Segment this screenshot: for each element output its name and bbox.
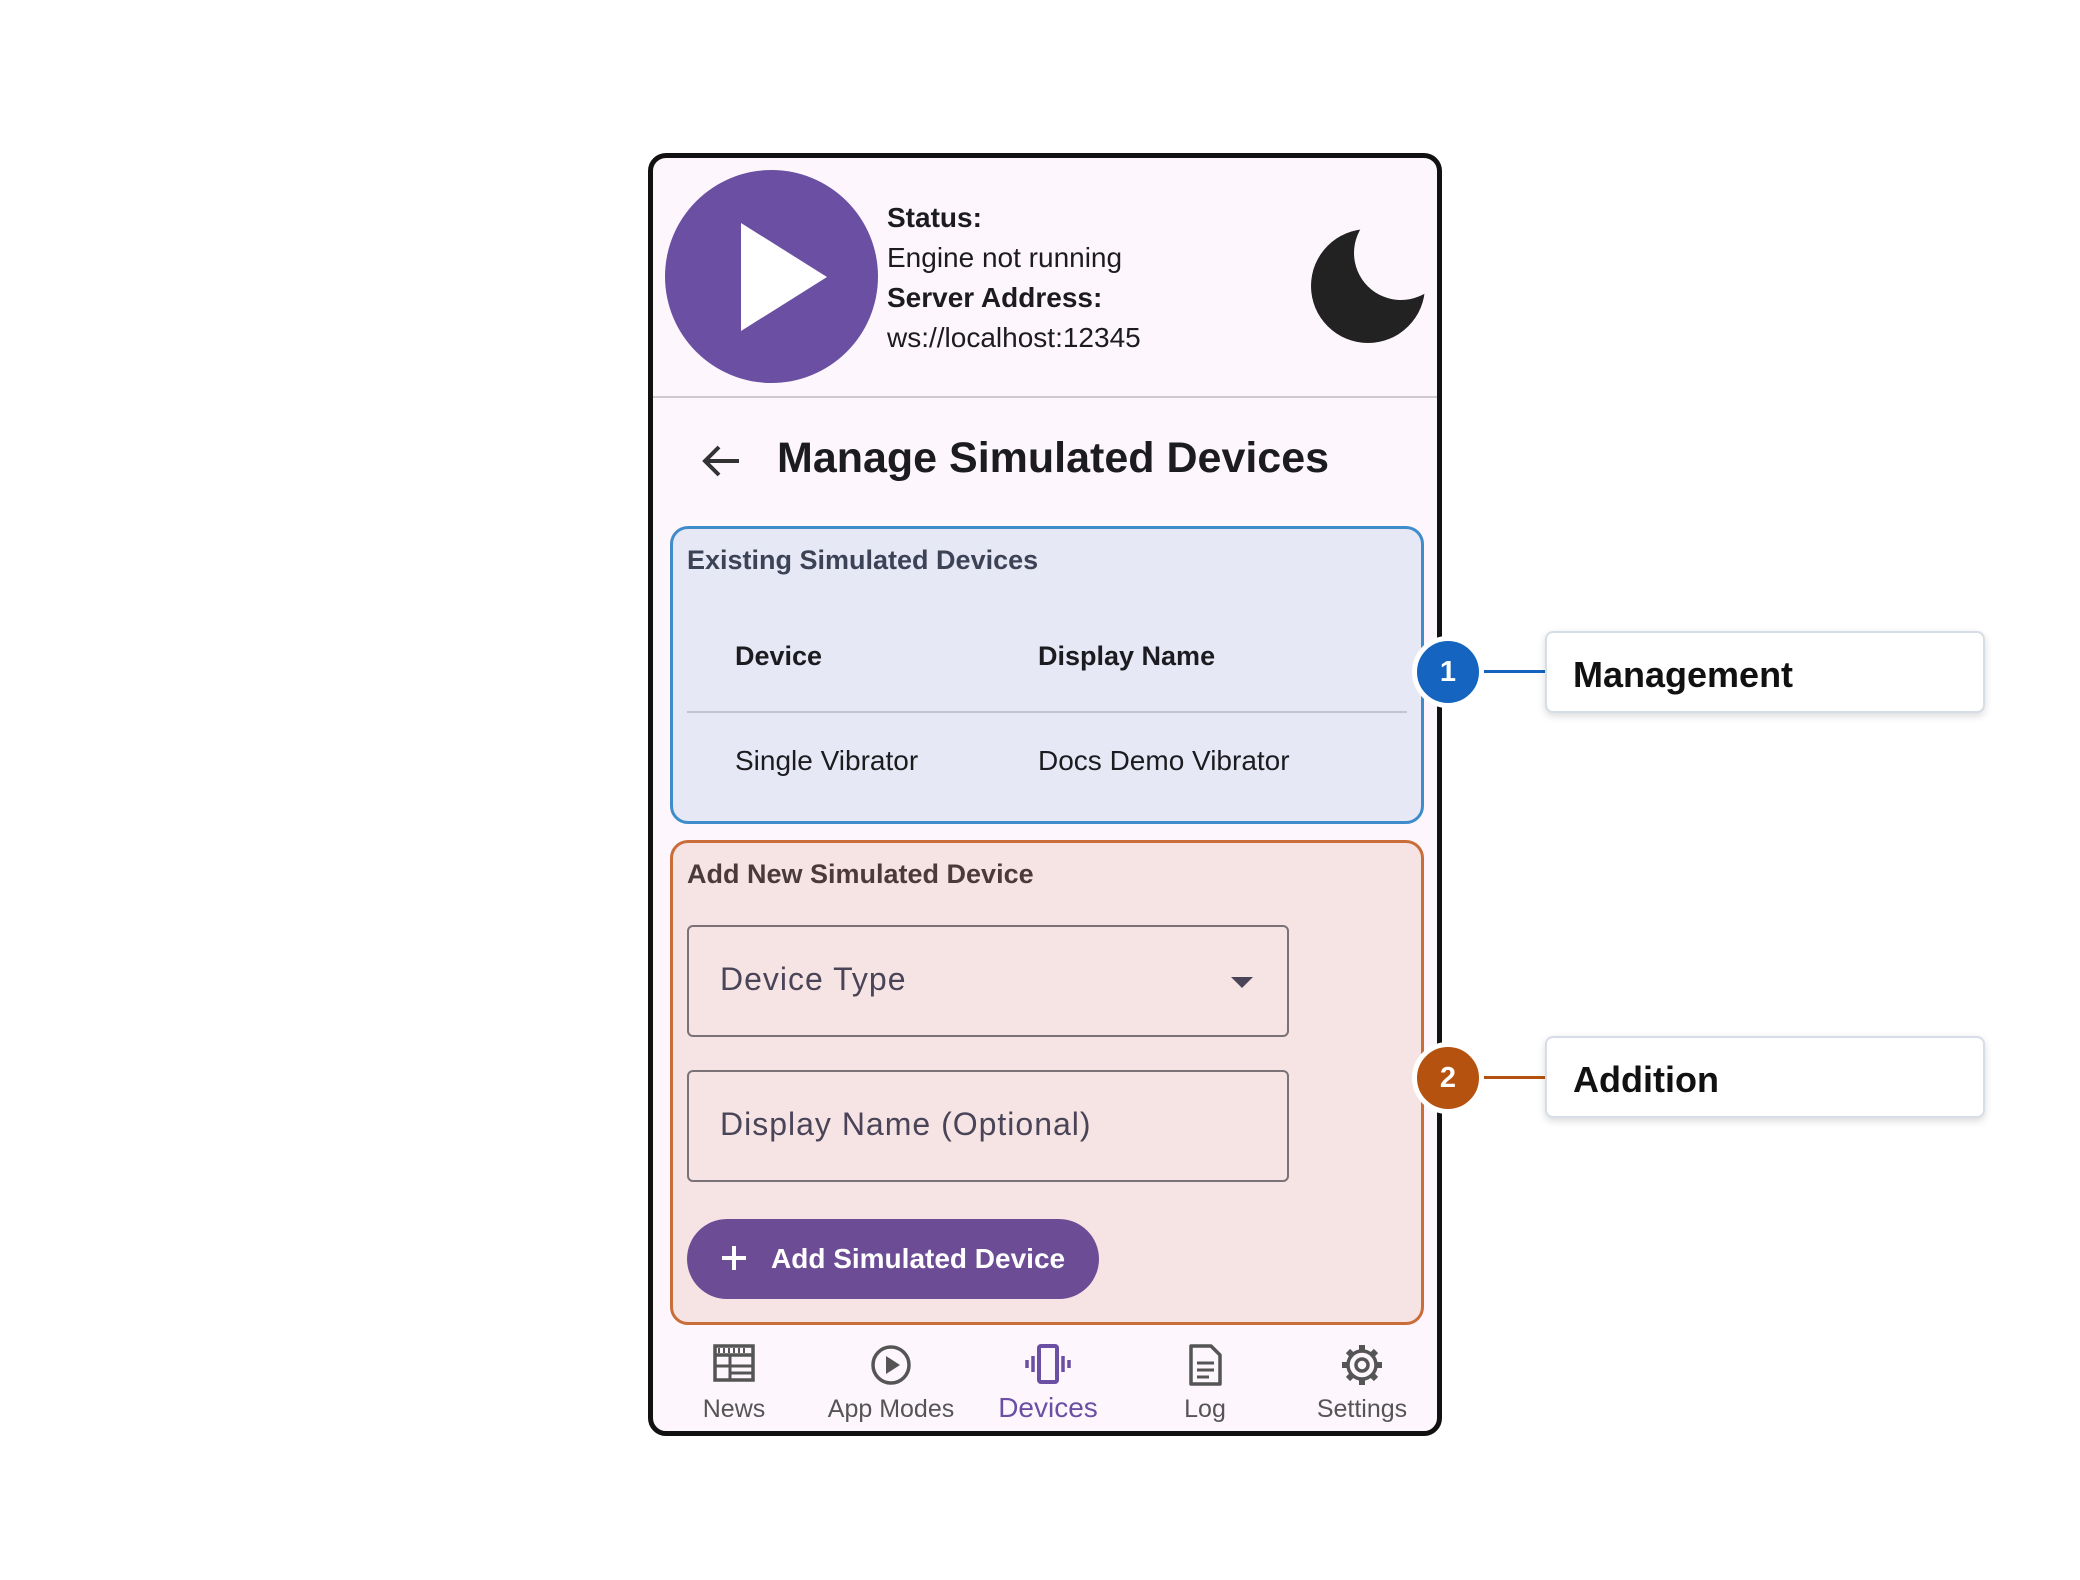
gear-icon bbox=[1342, 1345, 1382, 1385]
nav-item-settings[interactable]: Settings bbox=[1287, 1331, 1437, 1431]
display-name-cell[interactable]: Docs Demo Vibrator bbox=[1038, 745, 1290, 777]
add-simulated-device-label: Add Simulated Device bbox=[771, 1243, 1066, 1274]
news-icon bbox=[713, 1344, 755, 1382]
log-icon bbox=[1189, 1344, 1222, 1386]
nav-label-devices: Devices bbox=[998, 1392, 1098, 1423]
nav-item-devices[interactable]: Devices bbox=[973, 1331, 1123, 1431]
phone-frame: Status: Engine not running Server Addres… bbox=[648, 153, 1442, 1436]
add-device-title: Add New Simulated Device bbox=[687, 859, 1034, 889]
nav-item-app-modes[interactable]: App Modes bbox=[816, 1331, 966, 1431]
nav-item-log[interactable]: Log bbox=[1130, 1331, 1280, 1431]
nav-label-log: Log bbox=[1184, 1395, 1226, 1423]
callout-management: Management bbox=[1545, 631, 1985, 713]
device-type-label: Device Type bbox=[720, 961, 907, 997]
nav-label-settings: Settings bbox=[1316, 1395, 1408, 1423]
callout-addition-label: Addition bbox=[1573, 1059, 1719, 1100]
status-label: Status: bbox=[887, 202, 982, 233]
dark-mode-toggle[interactable] bbox=[1306, 213, 1436, 343]
add-device-panel: Add New Simulated Device Device Type Dis… bbox=[670, 840, 1424, 1325]
page-title: Manage Simulated Devices bbox=[777, 434, 1330, 482]
nav-item-news[interactable]: News bbox=[659, 1331, 809, 1431]
callout-badge-1: 1 bbox=[1412, 636, 1484, 708]
status-value: Engine not running bbox=[887, 242, 1123, 273]
vibration-icon bbox=[1025, 1344, 1071, 1384]
play-icon bbox=[741, 223, 827, 331]
server-address-label: Server Address: bbox=[887, 282, 1103, 313]
server-address-value: ws://localhost:12345 bbox=[887, 322, 1141, 353]
engine-status: Status: Engine not running Server Addres… bbox=[887, 198, 1141, 358]
callout-badge-2: 2 bbox=[1412, 1042, 1484, 1114]
nav-label-news: News bbox=[702, 1395, 766, 1423]
callout-management-label: Management bbox=[1573, 654, 1794, 695]
column-header-device: Device bbox=[735, 641, 823, 671]
start-engine-button[interactable] bbox=[665, 170, 878, 383]
nav-label-app-modes: App Modes bbox=[827, 1395, 955, 1423]
add-simulated-device-button[interactable]: Add Simulated Device bbox=[687, 1219, 1099, 1299]
plus-icon bbox=[722, 1246, 746, 1270]
back-button[interactable] bbox=[693, 433, 749, 489]
callout-connector-2 bbox=[1482, 1076, 1546, 1079]
display-name-label: Display Name (Optional) bbox=[720, 1106, 1092, 1142]
table-header-divider bbox=[687, 711, 1407, 713]
moon-icon bbox=[1311, 229, 1425, 343]
existing-devices-panel: Existing Simulated Devices Device Displa… bbox=[670, 526, 1424, 824]
callout-connector-1 bbox=[1482, 670, 1546, 673]
play-circle-icon bbox=[871, 1345, 911, 1385]
device-cell[interactable]: Single Vibrator bbox=[735, 745, 918, 777]
column-header-display-name: Display Name bbox=[1038, 641, 1216, 671]
device-type-select[interactable]: Device Type bbox=[687, 925, 1289, 1037]
screenshot-stage: Status: Engine not running Server Addres… bbox=[0, 0, 2080, 1580]
header-divider bbox=[653, 396, 1437, 398]
display-name-input[interactable]: Display Name (Optional) bbox=[687, 1070, 1289, 1182]
callout-addition: Addition bbox=[1545, 1036, 1985, 1118]
existing-devices-title: Existing Simulated Devices bbox=[687, 545, 1039, 575]
arrow-back-icon bbox=[702, 445, 739, 477]
dropdown-arrow-icon bbox=[1231, 977, 1253, 988]
